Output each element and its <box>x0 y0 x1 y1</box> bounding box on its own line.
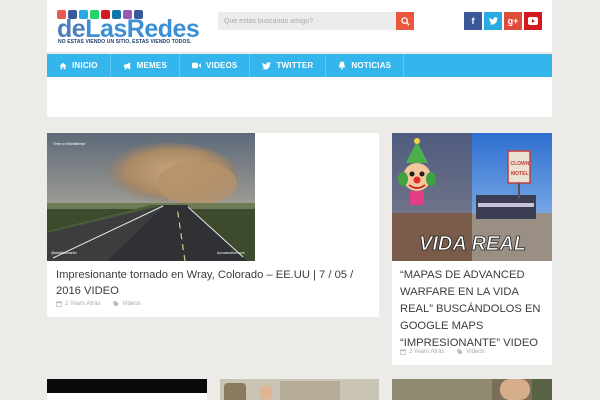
tag-icon <box>113 301 120 307</box>
post-category[interactable]: Videos <box>122 301 140 307</box>
nav-label: NOTICIAS <box>351 61 392 70</box>
nav-item-videos[interactable]: VIDEOS <box>180 54 251 77</box>
post-card: CLOWN MOTEL VIDA REAL “MAPAS DE ADVANCED… <box>392 133 552 365</box>
social-links: f g+ <box>464 12 542 30</box>
ad-banner-area <box>47 77 552 117</box>
thumb-headline: VIDA REAL <box>419 233 526 255</box>
calendar-icon <box>400 349 406 355</box>
sign-bottom-text: MOTEL <box>511 171 529 177</box>
post-card: Time on Worldttempt @stadltonmartin Accu… <box>47 133 379 317</box>
search-icon <box>400 16 410 26</box>
nav-label: TWITTER <box>276 61 314 70</box>
post-category[interactable]: Videos <box>466 349 484 355</box>
nav-item-noticias[interactable]: NOTICIAS <box>326 54 405 77</box>
site-logo[interactable]: deLasRedes NO ESTAS VIENDO UN SITIO, EST… <box>57 8 207 48</box>
thumb-caption-top: Time on Worldttempt <box>53 142 85 146</box>
sign-top-text: CLOWN <box>511 161 530 167</box>
thumb-caption-left: @stadltonmartin <box>51 251 77 255</box>
twitter-icon[interactable] <box>484 12 502 30</box>
search-button[interactable] <box>396 12 414 30</box>
nav-item-inicio[interactable]: INICIO <box>47 54 111 77</box>
post-thumbnail-partial[interactable] <box>392 379 552 400</box>
youtube-icon[interactable] <box>524 12 542 30</box>
calendar-icon <box>56 301 62 307</box>
nav-label: VIDEOS <box>206 61 238 70</box>
nav-item-memes[interactable]: MEMES <box>111 54 180 77</box>
site-header: deLasRedes NO ESTAS VIENDO UN SITIO, EST… <box>47 0 552 52</box>
search-input[interactable] <box>218 12 394 30</box>
post-time: 2 Years Atrás <box>409 349 445 355</box>
nav-label: INICIO <box>72 61 98 70</box>
search-box <box>218 12 414 30</box>
post-thumbnail-partial[interactable] <box>220 379 379 400</box>
bell-icon <box>339 61 346 70</box>
google-plus-icon[interactable]: g+ <box>504 12 522 30</box>
home-icon <box>59 62 67 69</box>
post-meta: 2 Years Atrás Videos <box>400 349 485 355</box>
video-camera-icon <box>192 62 201 69</box>
post-thumbnail[interactable]: CLOWN MOTEL VIDA REAL <box>392 133 552 261</box>
megaphone-icon <box>123 61 130 70</box>
main-nav: INICIO MEMES VIDEOS TWITTER NOTICIAS <box>47 54 552 77</box>
logo-tagline: NO ESTAS VIENDO UN SITIO, ESTAS VIENDO T… <box>58 39 192 45</box>
post-thumbnail[interactable]: Time on Worldttempt @stadltonmartin Accu… <box>47 133 255 261</box>
post-meta: 2 Years Atrás Videos <box>56 301 141 307</box>
post-title[interactable]: “MAPAS DE ADVANCED WARFARE EN LA VIDA RE… <box>400 267 548 352</box>
tag-icon <box>457 349 464 355</box>
twitter-icon <box>262 61 272 70</box>
nav-label: MEMES <box>136 61 167 70</box>
post-time: 2 Years Atrás <box>65 301 101 307</box>
post-title[interactable]: Impresionante tornado en Wray, Colorado … <box>56 267 371 299</box>
facebook-icon[interactable]: f <box>464 12 482 30</box>
thumb-caption-right: Accuweather.com <box>217 251 245 255</box>
nav-item-twitter[interactable]: TWITTER <box>250 54 327 77</box>
post-thumbnail-partial[interactable] <box>47 379 207 400</box>
